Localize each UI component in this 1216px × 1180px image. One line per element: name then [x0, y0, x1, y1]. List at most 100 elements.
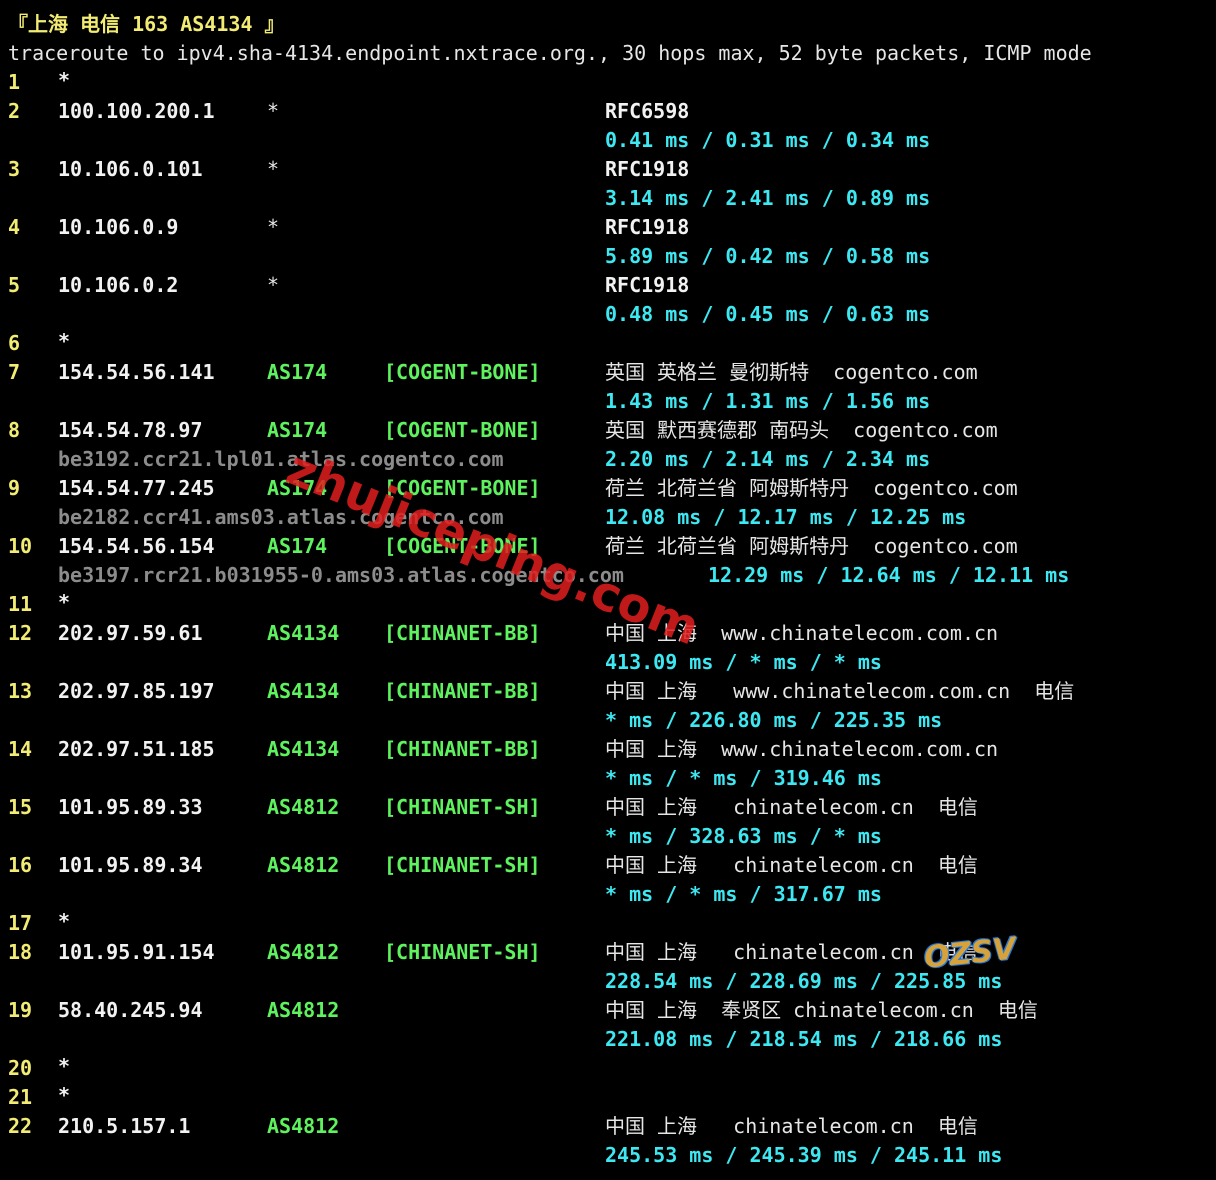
hop-latency: * ms / 226.80 ms / 225.35 ms	[605, 708, 943, 732]
hop-geo: 荷兰 北荷兰省 阿姆斯特丹 cogentco.com	[605, 534, 1018, 558]
hop-timeout: *	[58, 1083, 71, 1107]
hop-geo: RFC1918	[605, 273, 690, 297]
hop-hostname: be3192.ccr21.lpl01.atlas.cogentco.com	[58, 447, 504, 471]
hop-latency: 5.89 ms / 0.42 ms / 0.58 ms	[605, 244, 931, 268]
hop-network: [COGENT-BONE]	[384, 360, 541, 384]
hop-ip: 101.95.91.154	[58, 940, 215, 964]
hop-geo: 中国 上海 www.chinatelecom.com.cn	[605, 737, 999, 761]
hop-asn: AS4134	[267, 679, 340, 703]
hop-latency: 12.08 ms / 12.17 ms / 12.25 ms	[605, 505, 967, 529]
hop-geo: 荷兰 北荷兰省 阿姆斯特丹 cogentco.com	[605, 476, 1018, 500]
hop-asn: AS4812	[267, 853, 340, 877]
hop-ip: 58.40.245.94	[58, 998, 203, 1022]
hop-number: 11	[8, 592, 33, 616]
hop-ip: 202.97.51.185	[58, 737, 215, 761]
hop-ip: 101.95.89.33	[58, 795, 203, 819]
hop-network: [COGENT-BONE]	[384, 418, 541, 442]
hop-geo: 中国 上海 chinatelecom.cn 电信	[605, 1114, 978, 1138]
hop-timeout: *	[58, 329, 71, 353]
hop-asn: AS174	[267, 534, 328, 558]
trace-command: traceroute to ipv4.sha-4134.endpoint.nxt…	[8, 41, 1092, 65]
hop-ip: 202.97.59.61	[58, 621, 203, 645]
hop-number: 16	[8, 853, 33, 877]
hop-latency: 12.29 ms / 12.64 ms / 12.11 ms	[708, 563, 1070, 587]
hop-timeout: *	[58, 68, 71, 92]
hop-ip: 154.54.78.97	[58, 418, 203, 442]
hop-asn: AS4812	[267, 795, 340, 819]
hop-ip: 154.54.77.245	[58, 476, 215, 500]
hop-ip: 101.95.89.34	[58, 853, 203, 877]
hop-number: 13	[8, 679, 33, 703]
hop-number: 20	[8, 1056, 33, 1080]
terminal-window: 『上海 电信 163 AS4134 』 traceroute to ipv4.s…	[0, 0, 1216, 1180]
hop-geo: 中国 上海 chinatelecom.cn 电信	[605, 940, 978, 964]
hop-number: 1	[8, 70, 21, 94]
hop-timeout: *	[58, 1054, 71, 1078]
hop-geo: 中国 上海 www.chinatelecom.com.cn 电信	[605, 679, 1075, 703]
hop-network: [CHINANET-SH]	[384, 940, 541, 964]
hop-geo: 中国 上海 www.chinatelecom.com.cn	[605, 621, 999, 645]
hop-asn: AS4812	[267, 998, 340, 1022]
hop-number: 21	[8, 1085, 33, 1109]
hop-ip: 10.106.0.9	[58, 215, 179, 239]
hop-network: [COGENT-BONE]	[384, 476, 541, 500]
hop-network: [CHINANET-BB]	[384, 621, 541, 645]
hop-asn: AS174	[267, 360, 328, 384]
hop-latency: 413.09 ms / * ms / * ms	[605, 650, 882, 674]
hop-latency: 0.41 ms / 0.31 ms / 0.34 ms	[605, 128, 931, 152]
hop-asn: *	[267, 273, 280, 297]
hop-ip: 154.54.56.154	[58, 534, 215, 558]
hop-number: 5	[8, 273, 21, 297]
hop-timeout: *	[58, 909, 71, 933]
hop-asn: AS4812	[267, 1114, 340, 1138]
hop-geo: 英国 英格兰 曼彻斯特 cogentco.com	[605, 360, 978, 384]
hop-geo: RFC1918	[605, 157, 690, 181]
hop-number: 19	[8, 998, 33, 1022]
hop-latency: 228.54 ms / 228.69 ms / 225.85 ms	[605, 969, 1003, 993]
hop-number: 14	[8, 737, 33, 761]
trace-title: 『上海 电信 163 AS4134 』	[8, 12, 285, 36]
hop-asn: AS174	[267, 476, 328, 500]
hop-network: [CHINANET-SH]	[384, 795, 541, 819]
hop-asn: AS4134	[267, 621, 340, 645]
hop-asn: *	[267, 215, 280, 239]
hop-number: 10	[8, 534, 33, 558]
hop-latency: * ms / * ms / 319.46 ms	[605, 766, 882, 790]
hop-number: 6	[8, 331, 21, 355]
hop-latency: 0.48 ms / 0.45 ms / 0.63 ms	[605, 302, 931, 326]
hop-network: [CHINANET-SH]	[384, 853, 541, 877]
hop-ip: 202.97.85.197	[58, 679, 215, 703]
hop-geo: RFC6598	[605, 99, 690, 123]
hop-network: [CHINANET-BB]	[384, 737, 541, 761]
hop-latency: * ms / 328.63 ms / * ms	[605, 824, 882, 848]
hop-geo: 中国 上海 chinatelecom.cn 电信	[605, 795, 978, 819]
hop-asn: AS4134	[267, 737, 340, 761]
hop-number: 15	[8, 795, 33, 819]
hop-network: [COGENT-BONE]	[384, 534, 541, 558]
hop-asn: *	[267, 157, 280, 181]
hop-network: [CHINANET-BB]	[384, 679, 541, 703]
hop-latency: 2.20 ms / 2.14 ms / 2.34 ms	[605, 447, 931, 471]
hop-hostname: be3197.rcr21.b031955-0.ams03.atlas.cogen…	[58, 563, 624, 587]
hop-hostname: be2182.ccr41.ams03.atlas.cogentco.com	[58, 505, 504, 529]
hop-geo: RFC1918	[605, 215, 690, 239]
hop-number: 2	[8, 99, 21, 123]
hop-ip: 10.106.0.101	[58, 157, 203, 181]
hop-asn: AS4812	[267, 940, 340, 964]
hop-latency: 3.14 ms / 2.41 ms / 0.89 ms	[605, 186, 931, 210]
hop-geo: 英国 默西赛德郡 南码头 cogentco.com	[605, 418, 998, 442]
hop-number: 9	[8, 476, 21, 500]
hop-number: 12	[8, 621, 33, 645]
hop-latency: 1.43 ms / 1.31 ms / 1.56 ms	[605, 389, 931, 413]
hop-latency: 221.08 ms / 218.54 ms / 218.66 ms	[605, 1027, 1003, 1051]
hop-latency: * ms / * ms / 317.67 ms	[605, 882, 882, 906]
hop-number: 7	[8, 360, 21, 384]
hop-ip: 10.106.0.2	[58, 273, 179, 297]
hop-number: 8	[8, 418, 21, 442]
hop-number: 3	[8, 157, 21, 181]
hop-geo: 中国 上海 chinatelecom.cn 电信	[605, 853, 978, 877]
hop-timeout: *	[58, 590, 71, 614]
hop-latency: 245.53 ms / 245.39 ms / 245.11 ms	[605, 1143, 1003, 1167]
hop-ip: 210.5.157.1	[58, 1114, 191, 1138]
hop-number: 4	[8, 215, 21, 239]
